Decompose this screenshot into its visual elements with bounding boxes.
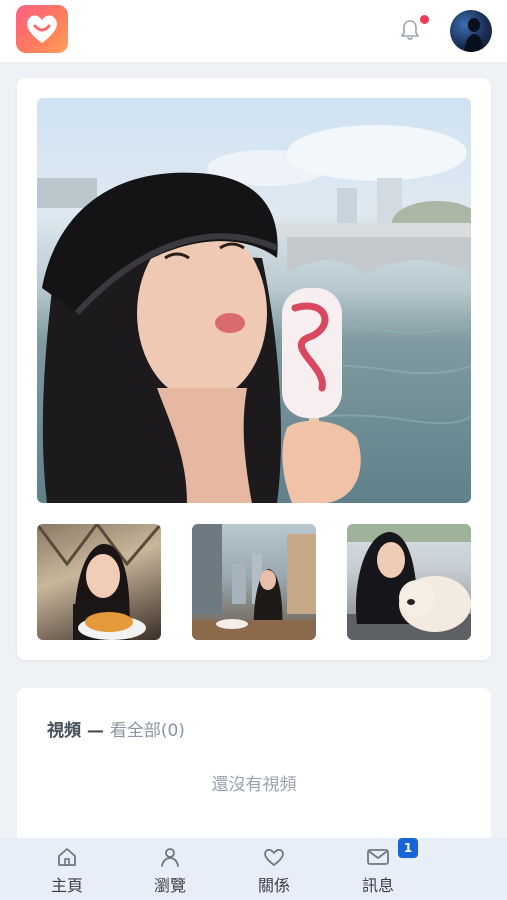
nav-label-relationship: 關係 <box>257 876 290 895</box>
nav-label-messages: 訊息 <box>361 876 394 895</box>
heart-icon <box>264 848 284 866</box>
notification-dot <box>420 15 429 24</box>
photo-card <box>17 78 491 660</box>
video-title: 視頻 <box>47 721 81 741</box>
nav-label-browse: 瀏覽 <box>153 876 186 895</box>
view-all-link[interactable]: 看全部 <box>110 721 161 741</box>
app-logo[interactable] <box>16 5 68 53</box>
restaurant-photo <box>37 524 161 640</box>
main-photo-illustration <box>37 125 471 503</box>
messages-badge: 1 <box>398 838 418 858</box>
nav-item-relationship[interactable]: 關係 <box>244 846 304 898</box>
dog-photo <box>347 524 471 640</box>
person-icon <box>161 848 179 867</box>
heart-smile-icon <box>27 15 57 43</box>
cafe-window-photo <box>192 524 316 640</box>
video-section: 視頻 — 看全部(0) 還沒有視頻 <box>17 688 491 838</box>
title-dash: — <box>81 721 110 741</box>
thumbnail-cafe[interactable] <box>192 524 316 640</box>
nav-label-home: 主頁 <box>50 876 83 895</box>
video-header: 視頻 — 看全部(0) <box>47 716 185 741</box>
main-profile-photo[interactable] <box>37 98 471 503</box>
video-empty-message: 還沒有視頻 <box>211 775 297 795</box>
nav-item-browse[interactable]: 瀏覽 <box>140 846 200 898</box>
top-bar <box>0 0 507 62</box>
thumbnail-dog[interactable] <box>347 524 471 640</box>
bell-icon[interactable] <box>400 19 420 41</box>
avatar[interactable] <box>450 10 492 52</box>
avatar-silhouette <box>464 18 484 52</box>
nav-item-home[interactable]: 主頁 <box>37 846 97 898</box>
home-icon <box>58 848 76 866</box>
thumbnail-restaurant[interactable] <box>37 524 161 640</box>
video-count: (0) <box>160 721 185 741</box>
thumbnail-row <box>37 524 471 640</box>
bottom-nav: 主頁 瀏覽 關係 訊息 <box>0 838 507 900</box>
mail-icon <box>367 849 389 865</box>
